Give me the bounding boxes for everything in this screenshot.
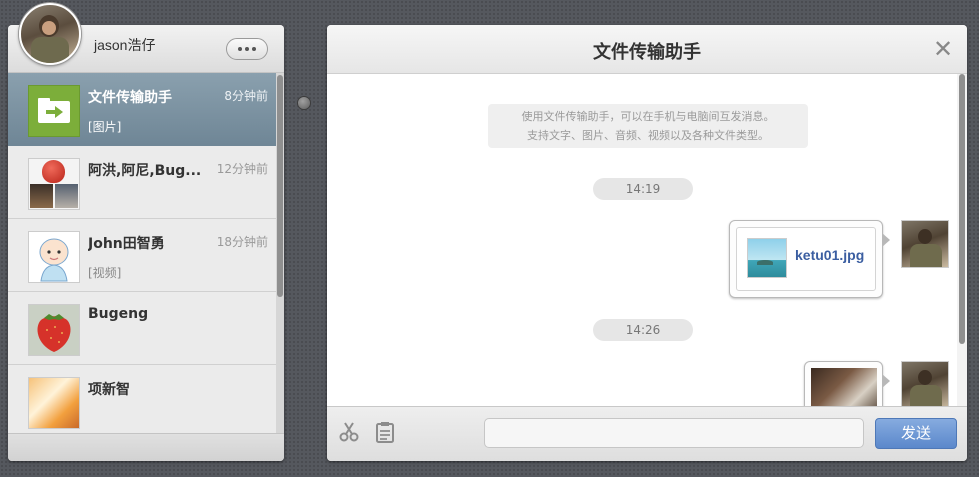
close-icon[interactable]: ✕ bbox=[931, 37, 955, 61]
conversation-time: 12分钟前 bbox=[216, 162, 268, 176]
notice-line: 支持文字、图片、音频、视频以及各种文件类型。 bbox=[527, 129, 769, 142]
clipboard-icon[interactable] bbox=[374, 421, 396, 443]
conversation-item-group[interactable]: 阿洪,阿尼,Bug... 12分钟前 bbox=[8, 146, 276, 219]
conversation-time: 8分钟前 bbox=[224, 89, 268, 103]
conversation-name: 阿洪,阿尼,Bug... bbox=[88, 163, 202, 179]
group-member-avatar bbox=[30, 184, 53, 208]
scrollbar-thumb[interactable] bbox=[277, 75, 283, 297]
john-avatar bbox=[28, 231, 80, 283]
image-thumbnail[interactable] bbox=[811, 368, 877, 407]
xiangxinzhi-avatar bbox=[28, 377, 80, 429]
file-name-link[interactable]: ketu01.jpg bbox=[795, 247, 864, 263]
group-avatar bbox=[28, 158, 80, 210]
sender-avatar[interactable] bbox=[901, 220, 949, 268]
group-member-avatar bbox=[42, 160, 65, 183]
sender-avatar[interactable] bbox=[901, 361, 949, 407]
more-button[interactable] bbox=[226, 38, 268, 60]
message-timestamp: 14:19 bbox=[593, 178, 693, 200]
chat-header: 文件传输助手 ✕ bbox=[327, 25, 967, 74]
system-notice: 使用文件传输助手，可以在手机与电脑间互发消息。 支持文字、图片、音频、视频以及各… bbox=[488, 104, 808, 148]
message-area-scrollbar[interactable] bbox=[957, 74, 967, 407]
image-file-icon bbox=[747, 238, 787, 278]
conversation-name: John田智勇 bbox=[88, 236, 165, 252]
send-button[interactable]: 发送 bbox=[875, 418, 957, 449]
conversation-preview: [视频] bbox=[88, 266, 122, 280]
group-member-avatar bbox=[55, 184, 78, 208]
scrollbar-thumb[interactable] bbox=[959, 74, 965, 344]
username: jason浩仔 bbox=[94, 37, 156, 53]
chat-window: 文件传输助手 ✕ 使用文件传输助手，可以在手机与电脑间互发消息。 支持文字、图片… bbox=[327, 25, 967, 461]
conversation-name: Bugeng bbox=[88, 306, 149, 322]
panel-connector-dot bbox=[298, 97, 310, 109]
file-message-bubble[interactable]: ketu01.jpg bbox=[729, 220, 890, 298]
left-footer bbox=[8, 433, 284, 461]
conversation-item-bugeng[interactable]: Bugeng bbox=[8, 292, 276, 365]
conversation-item-file-helper[interactable]: 文件传输助手 8分钟前 [图片] bbox=[8, 73, 276, 146]
contact-panel: jason浩仔 文件传输助手 8分钟前 [图片] 阿洪,阿尼,Bug... 12… bbox=[8, 25, 284, 461]
conversation-item-xiangxinzhi[interactable]: 项新智 bbox=[8, 365, 276, 434]
cartoon-baby-icon bbox=[39, 238, 69, 282]
bugeng-avatar bbox=[28, 304, 80, 356]
conversation-name: 项新智 bbox=[88, 382, 130, 398]
scissors-icon[interactable] bbox=[338, 421, 360, 443]
conversation-time: 18分钟前 bbox=[216, 235, 268, 249]
more-icon bbox=[238, 47, 242, 51]
conversation-preview: [图片] bbox=[88, 120, 122, 134]
user-avatar[interactable] bbox=[19, 3, 81, 65]
message-timestamp: 14:26 bbox=[593, 319, 693, 341]
chat-title: 文件传输助手 bbox=[593, 42, 701, 63]
file-helper-avatar bbox=[28, 85, 80, 137]
conversation-list: 文件传输助手 8分钟前 [图片] 阿洪,阿尼,Bug... 12分钟前 John… bbox=[8, 73, 276, 434]
strawberry-icon bbox=[37, 314, 71, 352]
notice-line: 使用文件传输助手，可以在手机与电脑间互发消息。 bbox=[521, 110, 775, 123]
arrow-right-icon bbox=[38, 98, 70, 123]
conversation-item-john[interactable]: John田智勇 18分钟前 [视频] bbox=[8, 219, 276, 292]
conversation-name: 文件传输助手 bbox=[88, 90, 172, 106]
chat-footer: 发送 bbox=[327, 406, 967, 461]
message-input[interactable] bbox=[484, 418, 864, 448]
image-message-bubble[interactable] bbox=[804, 361, 890, 407]
message-area[interactable]: 使用文件传输助手，可以在手机与电脑间互发消息。 支持文字、图片、音频、视频以及各… bbox=[327, 74, 957, 407]
conversation-list-scrollbar[interactable] bbox=[276, 73, 284, 434]
